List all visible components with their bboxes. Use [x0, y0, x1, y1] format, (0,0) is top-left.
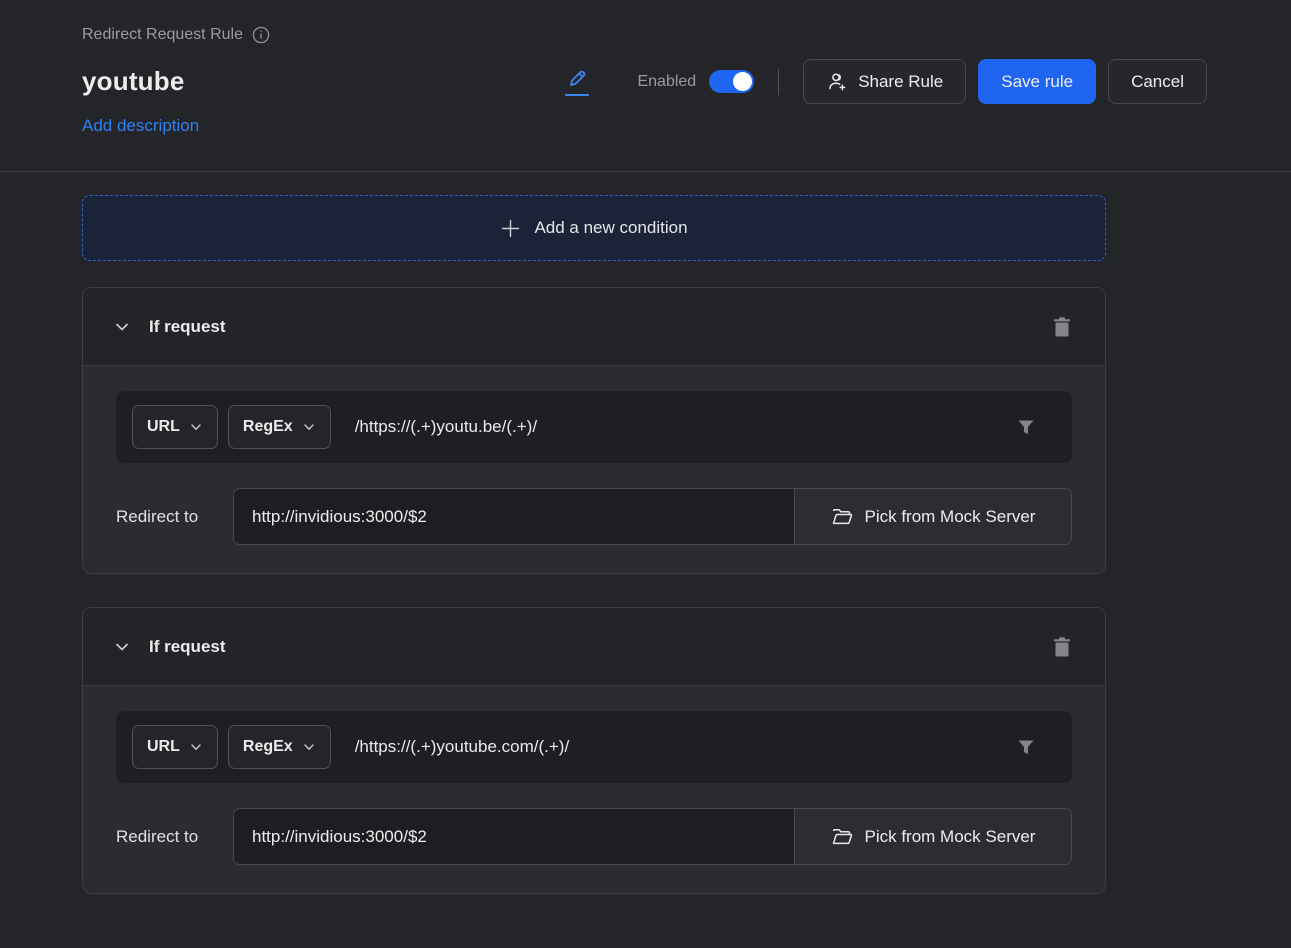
- rule-name[interactable]: youtube: [82, 66, 185, 97]
- enabled-label: Enabled: [637, 73, 696, 91]
- source-value-input[interactable]: [355, 417, 1015, 437]
- save-rule-button[interactable]: Save rule: [978, 59, 1096, 104]
- enabled-toggle[interactable]: [709, 70, 754, 93]
- folder-open-icon: [831, 827, 853, 847]
- source-key-value: URL: [147, 738, 180, 756]
- rule-editor-header: Redirect Request Rule youtube: [0, 0, 1291, 172]
- source-operator-dropdown[interactable]: RegEx: [228, 725, 331, 769]
- redirect-destination-input[interactable]: [233, 808, 794, 865]
- title-controls: Enabled Share Rule: [565, 59, 1207, 104]
- cancel-label: Cancel: [1131, 72, 1184, 92]
- plus-icon: [500, 218, 521, 239]
- share-rule-button[interactable]: Share Rule: [803, 59, 966, 104]
- cancel-button[interactable]: Cancel: [1108, 59, 1207, 104]
- pick-mock-server-button[interactable]: Pick from Mock Server: [794, 488, 1072, 545]
- chevron-down-icon: [189, 420, 203, 434]
- share-rule-label: Share Rule: [858, 72, 943, 92]
- source-value-input[interactable]: [355, 737, 1015, 757]
- source-filters-button[interactable]: [1015, 736, 1037, 758]
- condition-card: If request URL: [82, 607, 1106, 894]
- filter-funnel-icon: [1015, 736, 1037, 758]
- redirect-destination-input[interactable]: [233, 488, 794, 545]
- info-icon[interactable]: [252, 26, 270, 44]
- condition-card-body: URL RegEx: [83, 686, 1105, 893]
- redirect-row: Redirect to Pick from Mock Server: [116, 488, 1072, 545]
- title-row: youtube Enabled: [82, 59, 1207, 104]
- source-condition-row: URL RegEx: [116, 711, 1072, 783]
- redirect-row: Redirect to Pick from Mock Server: [116, 808, 1072, 865]
- filter-funnel-icon: [1015, 416, 1037, 438]
- redirect-to-label: Redirect to: [116, 507, 233, 527]
- rule-type-label: Redirect Request Rule: [82, 26, 243, 44]
- pick-mock-server-button[interactable]: Pick from Mock Server: [794, 808, 1072, 865]
- header-divider: [778, 69, 779, 95]
- condition-title: If request: [149, 317, 226, 337]
- delete-condition-icon[interactable]: [1051, 635, 1073, 659]
- chevron-down-icon: [302, 420, 316, 434]
- save-rule-label: Save rule: [1001, 72, 1073, 92]
- condition-card-body: URL RegEx: [83, 366, 1105, 573]
- add-description-link[interactable]: Add description: [82, 116, 199, 136]
- chevron-down-icon[interactable]: [113, 638, 131, 656]
- add-condition-button[interactable]: Add a new condition: [82, 195, 1106, 261]
- share-user-add-icon: [826, 71, 848, 93]
- source-operator-dropdown[interactable]: RegEx: [228, 405, 331, 449]
- source-key-dropdown[interactable]: URL: [132, 725, 218, 769]
- rule-builder-content: Add a new condition If request: [82, 172, 1106, 894]
- pick-mock-server-label: Pick from Mock Server: [865, 507, 1036, 527]
- edit-underline: [565, 94, 589, 96]
- condition-card-header[interactable]: If request: [83, 608, 1105, 686]
- source-filters-button[interactable]: [1015, 416, 1037, 438]
- folder-open-icon: [831, 507, 853, 527]
- pick-mock-server-label: Pick from Mock Server: [865, 827, 1036, 847]
- condition-card: If request URL: [82, 287, 1106, 574]
- chevron-down-icon: [189, 740, 203, 754]
- condition-title: If request: [149, 637, 226, 657]
- source-operator-value: RegEx: [243, 418, 293, 436]
- rule-editor-page: Redirect Request Rule youtube: [0, 0, 1291, 948]
- edit-rule-name-icon[interactable]: [565, 67, 589, 96]
- toggle-knob: [733, 72, 752, 91]
- chevron-down-icon: [302, 740, 316, 754]
- redirect-input-group: Pick from Mock Server: [233, 488, 1072, 545]
- redirect-to-label: Redirect to: [116, 827, 233, 847]
- condition-card-header[interactable]: If request: [83, 288, 1105, 366]
- source-operator-value: RegEx: [243, 738, 293, 756]
- chevron-down-icon[interactable]: [113, 318, 131, 336]
- source-key-dropdown[interactable]: URL: [132, 405, 218, 449]
- rule-type-row: Redirect Request Rule: [82, 26, 1207, 44]
- source-key-value: URL: [147, 418, 180, 436]
- add-condition-label: Add a new condition: [534, 218, 687, 238]
- redirect-input-group: Pick from Mock Server: [233, 808, 1072, 865]
- delete-condition-icon[interactable]: [1051, 315, 1073, 339]
- source-condition-row: URL RegEx: [116, 391, 1072, 463]
